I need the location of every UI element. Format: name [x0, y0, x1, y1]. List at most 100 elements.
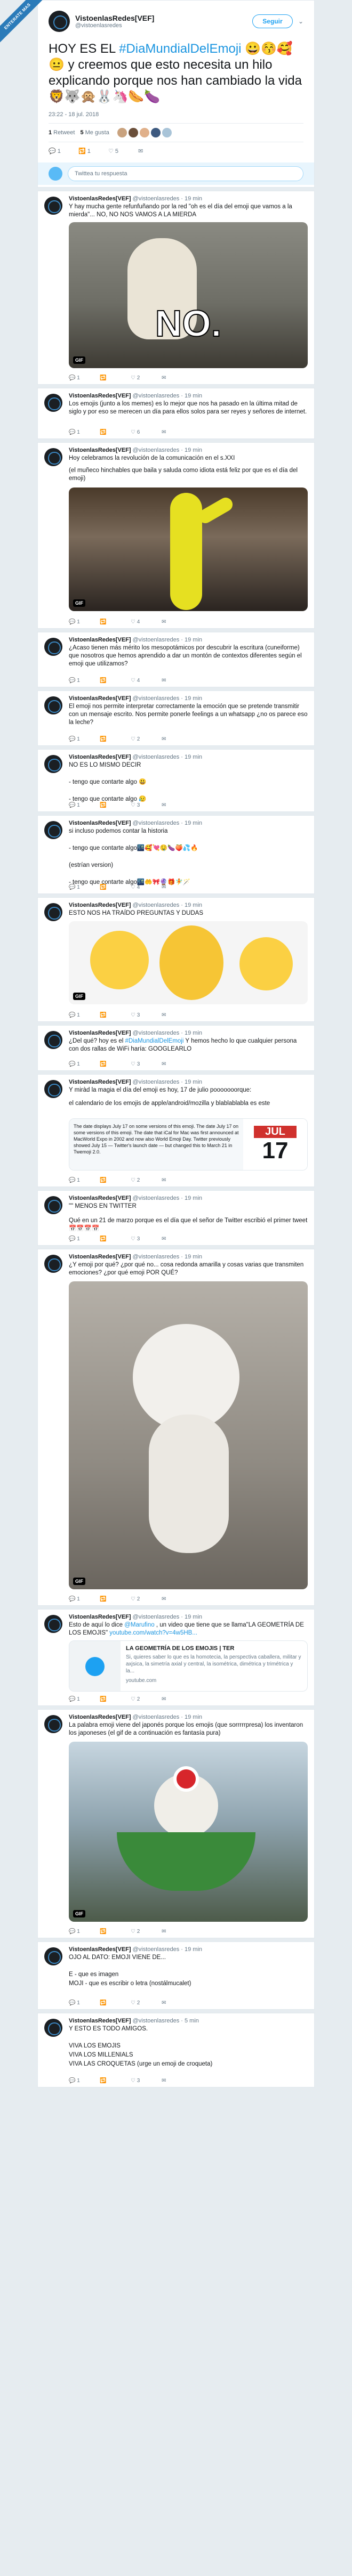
avatar[interactable] — [44, 394, 62, 412]
liker-avatars[interactable] — [116, 128, 172, 137]
avatar[interactable] — [44, 1255, 62, 1273]
like-button[interactable]: ♡ 2 — [131, 1929, 162, 1935]
gif-media[interactable]: NO. GIF — [69, 222, 308, 368]
reply-button[interactable]: 💬 1 — [69, 429, 100, 435]
dm-icon[interactable]: ✉ — [162, 429, 193, 435]
reply-button[interactable]: 💬 1 — [69, 375, 100, 381]
author-handle[interactable]: @vistoenlasredes — [75, 22, 252, 29]
reply-tweet[interactable]: VistoenlasRedes[VEF] @vistoenlasredes · … — [37, 1190, 315, 1246]
retweet-button[interactable]: 🔁 — [100, 2078, 131, 2084]
avatar[interactable] — [44, 197, 62, 215]
reply-tweet[interactable]: VistoenlasRedes[VEF] @vistoenlasredes · … — [37, 1025, 315, 1071]
dm-icon[interactable]: ✉ — [162, 2078, 193, 2084]
avatar[interactable] — [49, 11, 70, 32]
like-button[interactable]: ♡ 3 — [131, 1061, 162, 1067]
retweet-button[interactable]: 🔁 — [100, 736, 131, 742]
like-button[interactable]: ♡ 4 — [131, 884, 162, 890]
retweet-button[interactable]: 🔁 — [100, 619, 131, 625]
dm-icon[interactable]: ✉ — [162, 736, 193, 742]
avatar[interactable] — [44, 1196, 62, 1214]
reply-button[interactable]: 💬 1 — [49, 148, 78, 155]
dm-icon[interactable]: ✉ — [162, 678, 193, 684]
reply-tweet[interactable]: VistoenlasRedes[VEF] @vistoenlasredes · … — [37, 897, 315, 1022]
reply-tweet[interactable]: VistoenlasRedes[VEF] @vistoenlasredes · … — [37, 2013, 315, 2087]
retweet-button[interactable]: 🔁 — [100, 375, 131, 381]
reply-tweet[interactable]: VistoenlasRedes[VEF] @vistoenlasredes · … — [37, 1249, 315, 1606]
like-button[interactable]: ♡ 2 — [131, 2000, 162, 2006]
reply-tweet[interactable]: VistoenlasRedes[VEF] @vistoenlasredes · … — [37, 815, 315, 894]
hashtag-link[interactable]: #DiaMundialDelEmoji — [125, 1038, 183, 1044]
retweet-button[interactable]: 🔁 — [100, 1929, 131, 1935]
like-button[interactable]: ♡ 2 — [131, 375, 162, 381]
reply-button[interactable]: 💬 1 — [69, 1696, 100, 1702]
dm-icon[interactable]: ✉ — [162, 375, 193, 381]
retweet-button[interactable]: 🔁 — [100, 678, 131, 684]
reply-button[interactable]: 💬 1 — [69, 1236, 100, 1242]
dm-icon[interactable]: ✉ — [162, 2000, 193, 2006]
gif-media[interactable]: GIF — [69, 1281, 308, 1589]
avatar[interactable] — [44, 1080, 62, 1098]
dm-icon[interactable]: ✉ — [162, 884, 193, 890]
avatar[interactable] — [44, 1715, 62, 1733]
gif-media[interactable]: GIF — [69, 921, 308, 1004]
reply-button[interactable]: 💬 1 — [69, 2000, 100, 2006]
reply-button[interactable]: 💬 1 — [69, 2078, 100, 2084]
like-button[interactable]: ♡ 2 — [131, 1696, 162, 1702]
retweet-button[interactable]: 🔁 1 — [78, 148, 108, 155]
link-card[interactable]: LA GEOMETRÍA DE LOS EMOJIS | TER Si, qui… — [69, 1640, 308, 1692]
avatar[interactable] — [44, 755, 62, 773]
reply-button[interactable]: 💬 1 — [69, 1177, 100, 1183]
retweet-button[interactable]: 🔁 — [100, 1236, 131, 1242]
like-button[interactable]: ♡ 3 — [131, 2078, 162, 2084]
reply-tweet[interactable]: VistoenlasRedes[VEF] @vistoenlasredes · … — [37, 1609, 315, 1706]
chevron-down-icon[interactable]: ⌄ — [298, 18, 303, 25]
gif-media[interactable]: GIF — [69, 487, 308, 611]
retweet-button[interactable]: 🔁 — [100, 1061, 131, 1067]
avatar[interactable] — [44, 1947, 62, 1965]
retweet-button[interactable]: 🔁 — [100, 1177, 131, 1183]
dm-icon[interactable]: ✉ — [162, 1236, 193, 1242]
like-button[interactable]: ♡ 2 — [131, 736, 162, 742]
follow-button[interactable]: Seguir — [252, 14, 293, 28]
dm-icon[interactable]: ✉ — [162, 619, 193, 625]
reply-button[interactable]: 💬 1 — [69, 736, 100, 742]
reply-button[interactable]: 💬 1 — [69, 884, 100, 890]
dm-icon[interactable]: ✉ — [162, 1596, 193, 1602]
retweet-button[interactable]: 🔁 — [100, 884, 131, 890]
tweet-timestamp[interactable]: 23:22 - 18 jul. 2018 — [49, 111, 303, 118]
reply-button[interactable]: 💬 1 — [69, 802, 100, 808]
dm-icon[interactable]: ✉ — [162, 1061, 193, 1067]
reply-tweet[interactable]: VistoenlasRedes[VEF] @vistoenlasredes · … — [37, 1941, 315, 2010]
like-button[interactable]: ♡ 3 — [131, 1012, 162, 1018]
author-name[interactable]: VistoenlasRedes[VEF] — [75, 14, 252, 22]
reply-tweet[interactable]: VistoenlasRedes[VEF] @vistoenlasredes · … — [37, 1709, 315, 1938]
avatar[interactable] — [44, 638, 62, 656]
retweet-button[interactable]: 🔁 — [100, 802, 131, 808]
retweet-button[interactable]: 🔁 — [100, 1696, 131, 1702]
avatar[interactable] — [44, 903, 62, 921]
reply-tweet[interactable]: VistoenlasRedes[VEF] @vistoenlasredes · … — [37, 690, 315, 746]
reply-button[interactable]: 💬 1 — [69, 1061, 100, 1067]
reply-tweet[interactable]: VistoenlasRedes[VEF] @vistoenlasredes · … — [37, 1074, 315, 1187]
like-button[interactable]: ♡ 3 — [131, 1236, 162, 1242]
reply-button[interactable]: 💬 1 — [69, 1929, 100, 1935]
retweet-button[interactable]: 🔁 — [100, 429, 131, 435]
avatar[interactable] — [44, 2019, 62, 2037]
reply-button[interactable]: 💬 1 — [69, 678, 100, 684]
dm-icon[interactable]: ✉ — [162, 1177, 193, 1183]
reply-button[interactable]: 💬 1 — [69, 619, 100, 625]
avatar[interactable] — [44, 1615, 62, 1633]
like-button[interactable]: ♡ 4 — [131, 619, 162, 625]
retweet-button[interactable]: 🔁 — [100, 1596, 131, 1602]
gif-media[interactable]: GIF — [69, 1742, 308, 1922]
reply-tweet[interactable]: VistoenlasRedes[VEF] @vistoenlasredes · … — [37, 388, 315, 439]
like-button[interactable]: ♡ 2 — [131, 1596, 162, 1602]
reply-button[interactable]: 💬 1 — [69, 1012, 100, 1018]
reply-tweet[interactable]: VistoenlasRedes[VEF] @vistoenlasredes · … — [37, 749, 315, 812]
retweet-button[interactable]: 🔁 — [100, 2000, 131, 2006]
dm-icon[interactable]: ✉ — [138, 148, 168, 155]
like-button[interactable]: ♡ 2 — [131, 1177, 162, 1183]
dm-icon[interactable]: ✉ — [162, 1012, 193, 1018]
avatar[interactable] — [44, 821, 62, 839]
reply-input[interactable]: Twittea tu respuesta — [68, 166, 303, 181]
